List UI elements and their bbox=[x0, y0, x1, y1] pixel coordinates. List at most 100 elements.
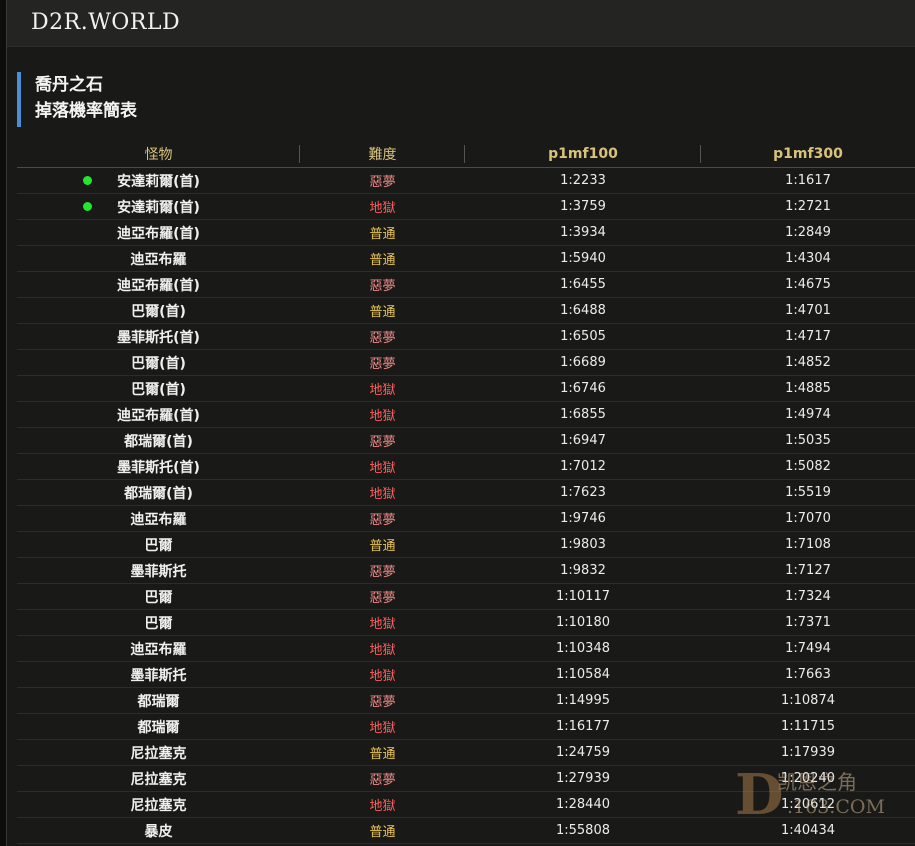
mf100-cell: 1:27939 bbox=[465, 765, 701, 792]
difficulty-cell: 惡夢 bbox=[300, 765, 465, 792]
monster-name: 巴爾(首) bbox=[131, 381, 186, 398]
mf100-cell: 1:14995 bbox=[465, 687, 701, 714]
monster-name: 都瑞爾 bbox=[137, 693, 180, 710]
monster-name: 迪亞布羅(首) bbox=[117, 225, 200, 242]
table-row: 都瑞爾 惡夢 1:14995 1:10874 bbox=[17, 687, 915, 714]
difficulty-cell: 惡夢 bbox=[300, 583, 465, 610]
monster-name: 墨菲斯托 bbox=[130, 667, 187, 684]
column-header-monster[interactable]: 怪物 bbox=[17, 141, 300, 168]
monster-cell: 迪亞布羅(首) bbox=[17, 271, 300, 298]
mf100-cell: 1:9746 bbox=[465, 505, 701, 532]
mf300-cell: 1:7108 bbox=[701, 531, 915, 558]
mf300-cell: 1:4675 bbox=[701, 271, 915, 298]
table-row: 迪亞布羅(首) 地獄 1:6855 1:4974 bbox=[17, 401, 915, 428]
table-header-row: 怪物 難度 p1mf100 p1mf300 bbox=[17, 141, 915, 168]
mf100-cell: 1:16177 bbox=[465, 713, 701, 740]
mf100-cell: 1:6455 bbox=[465, 271, 701, 298]
table-row: 暴皮 普通 1:55808 1:40434 bbox=[17, 817, 915, 844]
mf300-cell: 1:5519 bbox=[701, 479, 915, 506]
mf300-cell: 1:4885 bbox=[701, 375, 915, 402]
table-row: 巴爾(首) 普通 1:6488 1:4701 bbox=[17, 297, 915, 324]
table-row: 尼拉塞克 地獄 1:28440 1:20612 bbox=[17, 791, 915, 818]
mf300-cell: 1:40434 bbox=[701, 817, 915, 844]
monster-cell: 尼拉塞克 bbox=[17, 765, 300, 792]
monster-name: 巴爾 bbox=[144, 537, 173, 554]
difficulty-cell: 地獄 bbox=[300, 193, 465, 220]
difficulty-cell: 普通 bbox=[300, 531, 465, 558]
monster-name: 巴爾(首) bbox=[131, 303, 186, 320]
mf100-cell: 1:3934 bbox=[465, 219, 701, 246]
table-row: 安達莉爾(首) 惡夢 1:2233 1:1617 bbox=[17, 167, 915, 194]
monster-cell: 巴爾(首) bbox=[17, 297, 300, 324]
monster-name: 安達莉爾(首) bbox=[117, 199, 200, 216]
monster-name: 尼拉塞克 bbox=[130, 745, 187, 762]
difficulty-cell: 惡夢 bbox=[300, 349, 465, 376]
monster-cell: 安達莉爾(首) bbox=[17, 167, 300, 194]
mf300-cell: 1:20612 bbox=[701, 791, 915, 818]
monster-name: 巴爾 bbox=[144, 589, 173, 606]
monster-cell: 墨菲斯托 bbox=[17, 557, 300, 584]
table-row: 巴爾 地獄 1:10180 1:7371 bbox=[17, 609, 915, 636]
page-heading: 喬丹之石 掉落機率簡表 bbox=[17, 72, 137, 127]
mf300-cell: 1:1617 bbox=[701, 167, 915, 194]
mf300-cell: 1:7494 bbox=[701, 635, 915, 662]
mf100-cell: 1:9832 bbox=[465, 557, 701, 584]
monster-name: 安達莉爾(首) bbox=[117, 173, 200, 190]
mf100-cell: 1:5940 bbox=[465, 245, 701, 272]
difficulty-cell: 地獄 bbox=[300, 791, 465, 818]
table-row: 巴爾(首) 地獄 1:6746 1:4885 bbox=[17, 375, 915, 402]
monster-cell: 巴爾 bbox=[17, 609, 300, 636]
status-dot-icon bbox=[83, 202, 92, 211]
monster-cell: 都瑞爾 bbox=[17, 687, 300, 714]
monster-cell: 巴爾 bbox=[17, 583, 300, 610]
mf100-cell: 1:7623 bbox=[465, 479, 701, 506]
monster-cell: 迪亞布羅 bbox=[17, 505, 300, 532]
column-header-mf300[interactable]: p1mf300 bbox=[701, 141, 915, 168]
monster-name: 迪亞布羅 bbox=[130, 511, 187, 528]
difficulty-cell: 普通 bbox=[300, 219, 465, 246]
monster-name: 暴皮 bbox=[144, 823, 173, 840]
difficulty-cell: 普通 bbox=[300, 245, 465, 272]
table-row: 都瑞爾(首) 地獄 1:7623 1:5519 bbox=[17, 479, 915, 506]
table-row: 迪亞布羅 普通 1:5940 1:4304 bbox=[17, 245, 915, 272]
monster-cell: 迪亞布羅 bbox=[17, 245, 300, 272]
monster-cell: 迪亞布羅(首) bbox=[17, 401, 300, 428]
monster-cell: 都瑞爾 bbox=[17, 713, 300, 740]
mf100-cell: 1:9803 bbox=[465, 531, 701, 558]
monster-name: 都瑞爾(首) bbox=[124, 433, 193, 450]
difficulty-cell: 惡夢 bbox=[300, 167, 465, 194]
monster-name: 巴爾(首) bbox=[131, 355, 186, 372]
difficulty-cell: 普通 bbox=[300, 739, 465, 766]
monster-cell: 巴爾(首) bbox=[17, 349, 300, 376]
column-header-difficulty[interactable]: 難度 bbox=[300, 141, 465, 168]
difficulty-cell: 地獄 bbox=[300, 635, 465, 662]
difficulty-cell: 地獄 bbox=[300, 661, 465, 688]
monster-cell: 巴爾(首) bbox=[17, 375, 300, 402]
monster-name: 迪亞布羅(首) bbox=[117, 277, 200, 294]
table-row: 墨菲斯托(首) 惡夢 1:6505 1:4717 bbox=[17, 323, 915, 350]
title-bar: D2R.WORLD bbox=[7, 0, 915, 47]
mf300-cell: 1:4701 bbox=[701, 297, 915, 324]
mf100-cell: 1:6488 bbox=[465, 297, 701, 324]
column-header-mf100[interactable]: p1mf100 bbox=[465, 141, 701, 168]
mf100-cell: 1:6746 bbox=[465, 375, 701, 402]
table-row: 都瑞爾 地獄 1:16177 1:11715 bbox=[17, 713, 915, 740]
monster-cell: 尼拉塞克 bbox=[17, 739, 300, 766]
page-subtitle: 掉落機率簡表 bbox=[35, 101, 137, 121]
difficulty-cell: 惡夢 bbox=[300, 687, 465, 714]
app-window: D2R.WORLD 喬丹之石 掉落機率簡表 怪物 難度 p1mf100 p1mf… bbox=[6, 0, 915, 846]
table-row: 安達莉爾(首) 地獄 1:3759 1:2721 bbox=[17, 193, 915, 220]
status-dot-icon bbox=[83, 176, 92, 185]
mf300-cell: 1:5082 bbox=[701, 453, 915, 480]
monster-cell: 墨菲斯托(首) bbox=[17, 323, 300, 350]
table-row: 巴爾 惡夢 1:10117 1:7324 bbox=[17, 583, 915, 610]
monster-cell: 墨菲斯托 bbox=[17, 661, 300, 688]
table-row: 墨菲斯托(首) 地獄 1:7012 1:5082 bbox=[17, 453, 915, 480]
site-logo[interactable]: D2R.WORLD bbox=[31, 10, 180, 35]
mf300-cell: 1:10874 bbox=[701, 687, 915, 714]
page-title: 喬丹之石 bbox=[35, 75, 103, 95]
monster-name: 尼拉塞克 bbox=[130, 771, 187, 788]
difficulty-cell: 地獄 bbox=[300, 479, 465, 506]
table-row: 迪亞布羅 地獄 1:10348 1:7494 bbox=[17, 635, 915, 662]
monster-name: 都瑞爾(首) bbox=[124, 485, 193, 502]
